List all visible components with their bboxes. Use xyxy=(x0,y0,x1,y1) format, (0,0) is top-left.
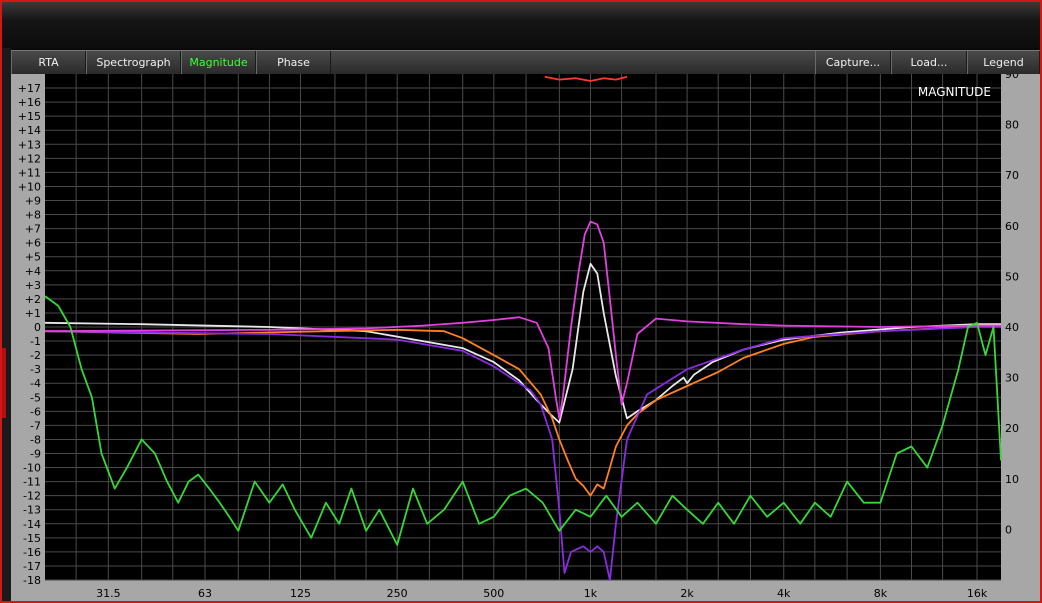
y-tick-label: -8 xyxy=(30,433,41,446)
x-tick-label: 1k xyxy=(584,587,598,600)
y-tick-label: +9 xyxy=(25,195,41,208)
x-tick-label: 125 xyxy=(290,587,311,600)
x-tick-label: 250 xyxy=(387,587,408,600)
y-tick-label: +11 xyxy=(18,166,41,179)
y-tick-label: +15 xyxy=(18,110,41,123)
y2-tick-label: 70 xyxy=(1005,169,1019,182)
y2-tick-label: 30 xyxy=(1005,372,1019,385)
y-tick-label: -16 xyxy=(23,546,41,559)
y-tick-label: -9 xyxy=(30,448,41,461)
x-tick-label: 16k xyxy=(967,587,988,600)
left-side-strip xyxy=(2,48,11,601)
title-bar xyxy=(2,2,1040,48)
y-tick-label: -17 xyxy=(23,560,41,573)
y-tick-label: -6 xyxy=(30,405,41,418)
y-tick-label: +2 xyxy=(25,293,41,306)
y-tick-label: -2 xyxy=(30,349,41,362)
y2-tick-label: 10 xyxy=(1005,473,1019,486)
y-tick-label: +17 xyxy=(18,82,41,95)
y-tick-label: -3 xyxy=(30,363,41,376)
y-tick-label: -13 xyxy=(23,504,41,517)
y-axis-ticks: +17+16+15+14+13+12+11+10+9+8+7+6+5+4+3+2… xyxy=(18,82,41,587)
y-tick-label: -10 xyxy=(23,462,41,475)
y-tick-label: -4 xyxy=(30,377,41,390)
y-tick-label: -1 xyxy=(30,335,41,348)
tab-rta[interactable]: RTA xyxy=(11,51,86,74)
y-tick-label: +3 xyxy=(25,279,41,292)
y2-axis-ticks: 90 80 70 60 50 40 30 20 10 0 xyxy=(1005,74,1019,536)
y-tick-label: -11 xyxy=(23,476,41,489)
side-marker xyxy=(2,348,6,418)
x-tick-label: 8k xyxy=(874,587,888,600)
y-tick-label: +10 xyxy=(18,180,41,193)
y2-tick-label: 0 xyxy=(1005,523,1012,536)
x-tick-label: 4k xyxy=(777,587,791,600)
x-axis-ticks: 31.5 63 125 250 500 1k 2k 4k 8k 16k xyxy=(96,587,988,600)
chart-title: MAGNITUDE xyxy=(918,85,991,99)
y-tick-label: +1 xyxy=(25,307,41,320)
y-tick-label: +8 xyxy=(25,209,41,222)
tab-spectrograph[interactable]: Spectrograph xyxy=(86,51,181,74)
y-tick-label: -5 xyxy=(30,391,41,404)
y-tick-label: -12 xyxy=(23,490,41,503)
y2-tick-label: 50 xyxy=(1005,270,1019,283)
y-tick-label: +13 xyxy=(18,138,41,151)
y-tick-label: -15 xyxy=(23,532,41,545)
y-tick-label: -18 xyxy=(23,574,41,587)
legend-button[interactable]: Legend xyxy=(967,51,1040,74)
capture-button[interactable]: Capture... xyxy=(815,51,891,74)
load-button[interactable]: Load... xyxy=(891,51,967,74)
y-tick-label: -14 xyxy=(23,518,41,531)
y2-tick-label: 20 xyxy=(1005,422,1019,435)
x-tick-label: 2k xyxy=(680,587,694,600)
y2-tick-label: 80 xyxy=(1005,119,1019,132)
tab-magnitude[interactable]: Magnitude xyxy=(181,51,256,74)
tab-phase[interactable]: Phase xyxy=(256,51,331,74)
x-tick-label: 31.5 xyxy=(96,587,121,600)
x-tick-label: 63 xyxy=(198,587,212,600)
y-tick-label: +4 xyxy=(25,265,41,278)
toolbar: RTA Spectrograph Magnitude Phase Capture… xyxy=(11,50,1040,75)
y-tick-label: +14 xyxy=(18,124,41,137)
y2-tick-label: 60 xyxy=(1005,220,1019,233)
y-tick-label: +5 xyxy=(25,251,41,264)
y-tick-label: +7 xyxy=(25,223,41,236)
chart-panel: +17 +16 +15 +14 +13 +12 +11 +10 +9 +8 +7 +6 +5 +4 +3 +2… xyxy=(11,74,1040,601)
y2-tick-label: 90 xyxy=(1005,74,1019,81)
y-tick-label: +12 xyxy=(18,152,41,165)
x-tick-label: 500 xyxy=(483,587,504,600)
y-tick-label: 0 xyxy=(34,321,41,334)
magnitude-chart[interactable]: +17+16+15+14+13+12+11+10+9+8+7+6+5+4+3+2… xyxy=(11,74,1040,601)
y-tick-label: -7 xyxy=(30,419,41,432)
y-tick-label: +16 xyxy=(18,96,41,109)
y2-tick-label: 40 xyxy=(1005,321,1019,334)
y-tick-label: +6 xyxy=(25,237,41,250)
